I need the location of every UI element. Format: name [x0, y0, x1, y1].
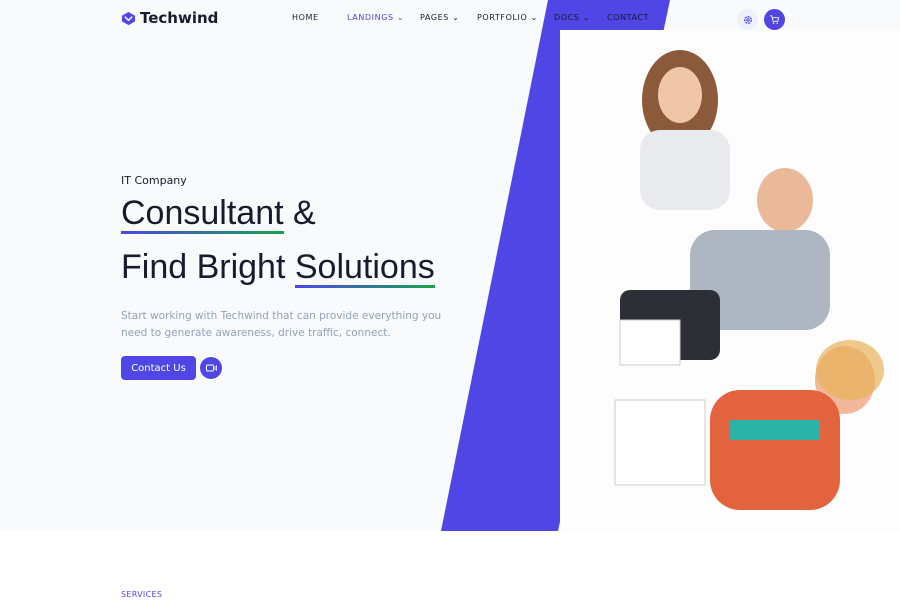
highlight-word: Consultant [121, 194, 284, 234]
nav-docs[interactable]: DOCS ⌄ [554, 13, 590, 22]
nav-portfolio[interactable]: PORTFOLIO ⌄ [477, 13, 538, 22]
hero-description: Start working with Techwind that can pro… [121, 310, 442, 339]
hero-photo [560, 30, 900, 530]
settings-button[interactable] [737, 9, 758, 30]
video-icon [205, 364, 217, 372]
hero-title-line1: Consultant & [121, 194, 316, 234]
chevron-down-icon: ⌄ [530, 13, 538, 22]
chevron-down-icon: ⌄ [396, 13, 405, 22]
nav-contact[interactable]: CONTACT [607, 13, 649, 22]
title-text: & [283, 194, 316, 232]
nav-pages[interactable]: PAGES ⌄ [420, 13, 459, 22]
hero-title-line2: Find Bright Solutions [121, 248, 435, 288]
nav-landings[interactable]: LANDINGS ⌄ [347, 13, 404, 22]
nav-home[interactable]: HOME [292, 13, 319, 22]
cart-button[interactable] [764, 9, 785, 30]
navbar: Techwind HOME LANDINGS ⌄ PAGES ⌄ PORTFOL… [0, 0, 900, 38]
logo[interactable]: Techwind [121, 9, 218, 27]
hero-tagline: IT Company [121, 174, 187, 187]
services-label: SERVICES [121, 590, 163, 599]
play-video-button[interactable] [200, 357, 222, 379]
contact-us-button[interactable]: Contact Us [121, 356, 196, 380]
chevron-down-icon: ⌄ [582, 13, 590, 22]
highlight-word: Solutions [294, 248, 435, 288]
chevron-down-icon: ⌄ [452, 13, 460, 22]
gear-icon [743, 15, 752, 24]
title-text: Find Bright [121, 248, 295, 286]
logo-icon [121, 11, 136, 25]
brand-name: Techwind [140, 9, 219, 27]
cart-icon [769, 15, 780, 24]
